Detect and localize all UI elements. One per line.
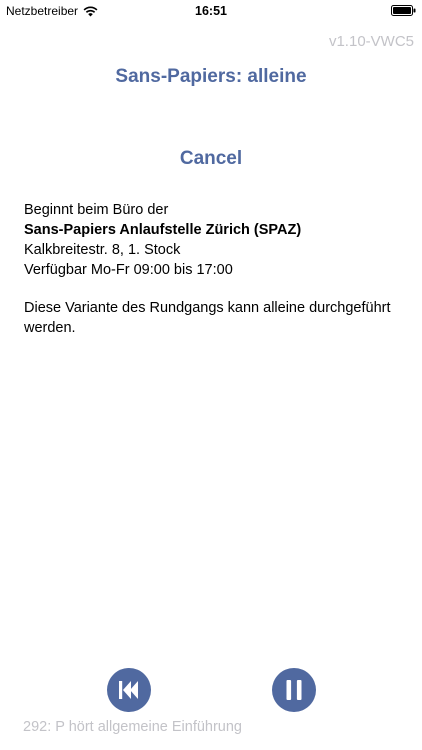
track-label: 292: P hört allgemeine Einführung bbox=[23, 719, 242, 735]
cancel-button[interactable]: Cancel bbox=[150, 148, 272, 174]
pause-icon bbox=[286, 680, 302, 700]
description-intro: Beginnt beim Büro der bbox=[24, 202, 169, 218]
opening-hours: Verfügbar Mo-Fr 09:00 bis 17:00 bbox=[24, 262, 233, 278]
variant-note: Diese Variante des Rundgangs kann allein… bbox=[24, 300, 391, 336]
organization-name: Sans-Papiers Anlaufstelle Zürich (SPAZ) bbox=[24, 222, 302, 238]
status-bar: Netzbetreiber 16:51 bbox=[0, 0, 422, 22]
version-label: v1.10-VWC5 bbox=[328, 33, 414, 50]
rewind-button[interactable] bbox=[107, 668, 151, 712]
pause-button[interactable] bbox=[272, 668, 316, 712]
status-time: 16:51 bbox=[195, 4, 227, 18]
rewind-icon bbox=[119, 681, 138, 699]
battery-icon bbox=[391, 5, 416, 16]
tour-description: Beginnt beim Büro der Sans-Papiers Anlau… bbox=[24, 200, 404, 338]
page-title: Sans-Papiers: alleine bbox=[115, 66, 307, 87]
address-text: Kalkbreitestr. 8, 1. Stock bbox=[24, 242, 181, 258]
